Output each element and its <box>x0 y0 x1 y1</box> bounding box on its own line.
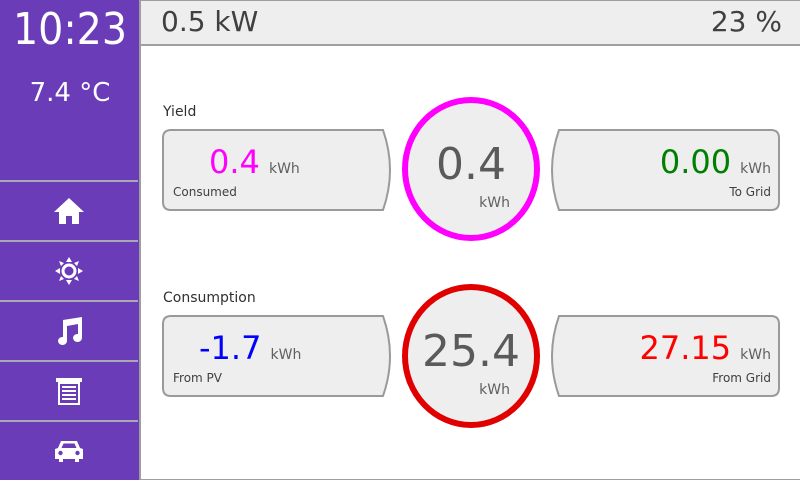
nav-garage-button[interactable] <box>0 360 138 420</box>
yield-to-grid-panel[interactable]: 0.00 kWh To Grid <box>551 129 781 211</box>
temperature-readout: 7.4 °C <box>29 78 111 108</box>
sun-icon <box>55 257 83 285</box>
consumption-from-grid-panel[interactable]: 27.15 kWh From Grid <box>551 315 781 397</box>
garage-door-icon <box>56 378 82 405</box>
yield-to-grid-unit: kWh <box>740 161 771 177</box>
consumption-total-circle[interactable]: 25.4 kWh <box>402 284 540 428</box>
yield-consumed-panel[interactable]: 0.4 kWh Consumed <box>161 129 391 211</box>
yield-consumed-caption: Consumed <box>173 185 237 199</box>
nav-car-button[interactable] <box>0 420 138 480</box>
battery-percent: 23 % <box>710 5 782 38</box>
consumption-from-pv-unit: kWh <box>270 347 302 363</box>
consumption-from-grid-value: 27.15 <box>639 329 732 367</box>
yield-total-value: 0.4 <box>436 139 506 190</box>
consumption-from-pv-caption: From PV <box>173 371 222 385</box>
car-icon <box>55 441 83 462</box>
yield-to-grid-caption: To Grid <box>729 185 771 199</box>
status-bar: 0.5 kW 23 % <box>141 1 800 46</box>
nav-solar-button[interactable] <box>0 240 138 300</box>
sidebar: 10:23 7.4 °C <box>0 0 140 480</box>
yield-section-label: Yield <box>163 104 197 120</box>
yield-to-grid-value: 0.00 <box>659 143 732 181</box>
consumption-from-grid-caption: From Grid <box>712 371 771 385</box>
consumption-section-label: Consumption <box>163 290 256 306</box>
consumption-from-pv-panel[interactable]: -1.7 kWh From PV <box>161 315 391 397</box>
consumption-from-grid-unit: kWh <box>740 347 771 363</box>
yield-consumed-value: 0.4 <box>209 143 260 181</box>
yield-total-unit: kWh <box>479 195 510 211</box>
yield-total-circle[interactable]: 0.4 kWh <box>402 97 540 241</box>
home-icon <box>54 198 84 224</box>
yield-consumed-unit: kWh <box>268 161 300 177</box>
music-note-icon <box>58 317 82 345</box>
nav-home-button[interactable] <box>0 180 138 240</box>
consumption-total-value: 25.4 <box>422 326 520 377</box>
consumption-total-unit: kWh <box>479 382 510 398</box>
main-area: 0.5 kW 23 % Yield 0.4 kWh Consumed 0.4 k… <box>139 0 800 480</box>
consumption-from-pv-value: -1.7 <box>199 329 262 367</box>
current-power: 0.5 kW <box>161 5 259 38</box>
clock: 10:23 <box>12 4 128 55</box>
nav-music-button[interactable] <box>0 300 138 360</box>
